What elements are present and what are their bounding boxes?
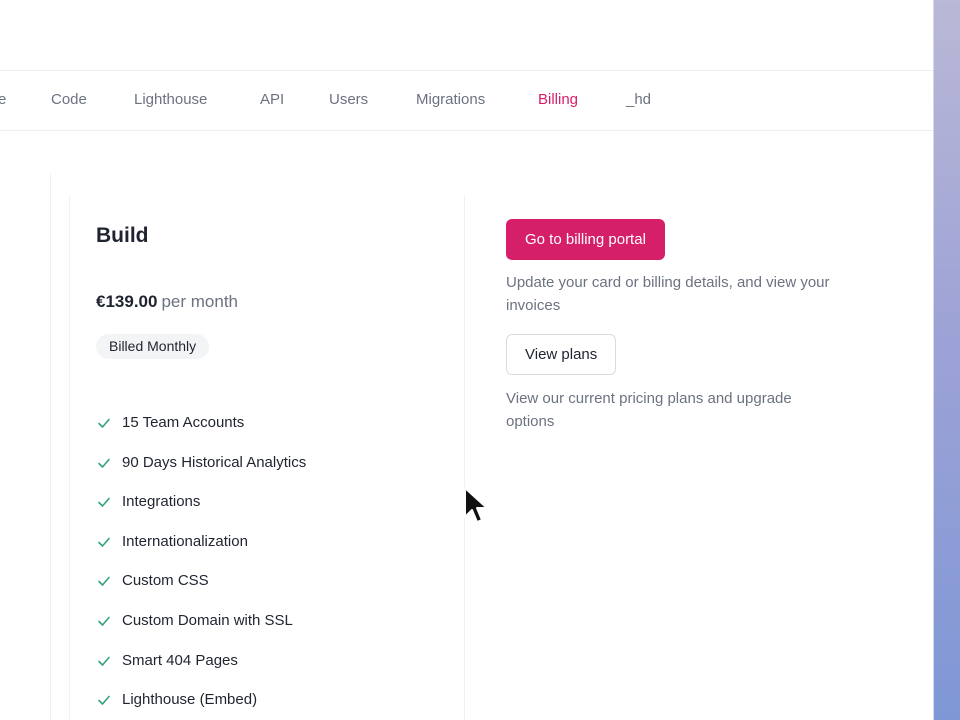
check-icon xyxy=(98,616,110,626)
feature-label: Custom CSS xyxy=(122,572,209,590)
feature-label: Internationalization xyxy=(122,532,248,550)
tab-billing[interactable]: Billing xyxy=(538,91,578,108)
tab-lighthouse[interactable]: Lighthouse xyxy=(134,91,207,108)
feature-item: Lighthouse (Embed) xyxy=(96,686,306,720)
feature-label: 15 Team Accounts xyxy=(122,414,245,431)
top-bar xyxy=(0,0,934,71)
feature-label: Lighthouse (Embed) xyxy=(122,691,258,709)
check-icon xyxy=(98,577,110,587)
price-period: per month xyxy=(161,292,238,311)
check-icon xyxy=(98,497,110,507)
plan-name: Build xyxy=(96,224,149,247)
feature-list: 15 Team Accounts 90 Days Historical Analy… xyxy=(96,409,306,720)
tab-hd[interactable]: _hd xyxy=(626,91,651,108)
panel-divider xyxy=(50,174,51,720)
mouse-pointer-icon xyxy=(464,487,488,523)
feature-label: 90 Days Historical Analytics xyxy=(122,453,307,471)
plan-price: €139.00 per month xyxy=(96,292,238,312)
tab-migrations[interactable]: Migrations xyxy=(416,91,485,108)
tab-code[interactable]: Code xyxy=(51,91,87,108)
tab-partial[interactable]: e xyxy=(0,91,6,108)
check-icon xyxy=(98,695,110,705)
feature-label: Integrations xyxy=(122,493,201,511)
billing-portal-button[interactable]: Go to billing portal xyxy=(506,219,665,260)
check-icon xyxy=(98,537,110,547)
feature-label: Custom Domain with SSL xyxy=(122,611,293,629)
desktop-background xyxy=(933,0,960,720)
price-amount: €139.00 xyxy=(96,292,158,311)
feature-item: 90 Days Historical Analytics xyxy=(96,449,306,489)
settings-tabs: e Code Lighthouse API Users Migrations B… xyxy=(0,71,934,131)
check-icon xyxy=(98,458,110,468)
feature-item: Internationalization xyxy=(96,528,306,568)
view-plans-button[interactable]: View plans xyxy=(506,334,617,375)
page: e Code Lighthouse API Users Migrations B… xyxy=(0,0,960,720)
feature-item: 15 Team Accounts xyxy=(96,409,306,449)
feature-item: Smart 404 Pages xyxy=(96,647,306,687)
tab-api[interactable]: API xyxy=(260,91,284,108)
app-window: e Code Lighthouse API Users Migrations B… xyxy=(0,0,934,720)
billing-actions: Go to billing portal Update your card or… xyxy=(506,219,836,433)
check-icon xyxy=(98,418,110,428)
billing-portal-help-text: Update your card or billing details, and… xyxy=(506,274,830,314)
feature-label: Smart 404 Pages xyxy=(122,651,238,669)
tab-users[interactable]: Users xyxy=(329,91,368,108)
feature-item: Integrations xyxy=(96,488,306,528)
billing-frequency-badge: Billed Monthly xyxy=(96,334,210,359)
view-plans-help-text: View our current pricing plans and upgra… xyxy=(506,390,792,430)
feature-item: Custom CSS xyxy=(96,567,306,607)
feature-item: Custom Domain with SSL xyxy=(96,607,306,647)
check-icon xyxy=(98,656,110,666)
